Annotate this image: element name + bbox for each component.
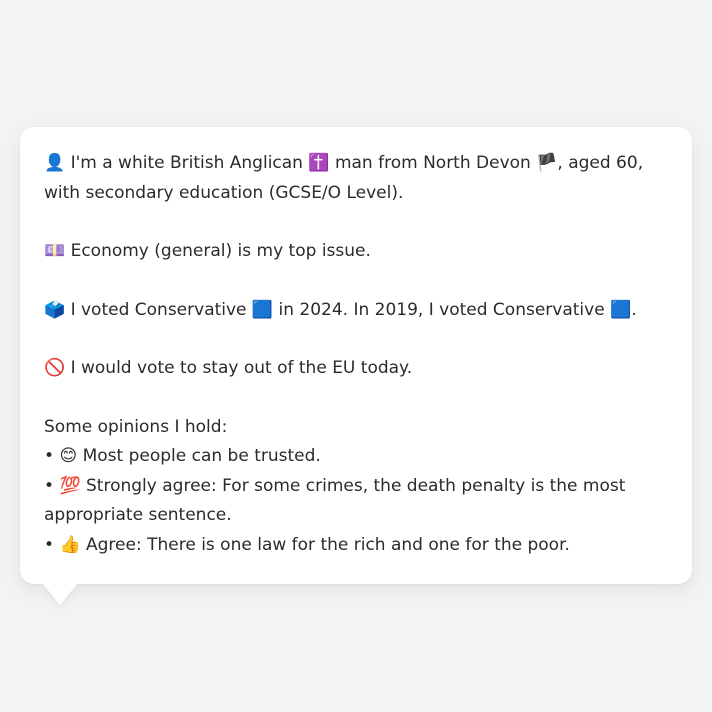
blue-square-icon: 🟦 — [251, 299, 274, 320]
thumbs-up-icon: 👍 — [59, 534, 81, 555]
opinions-heading: Some opinions I hold: — [44, 416, 228, 437]
bullet: • — [44, 446, 55, 466]
england-flag-icon: 🏴 — [536, 153, 558, 173]
opinion-text: Most people can be trusted. — [82, 446, 321, 466]
issue-text: Economy (general) is my top issue. — [70, 241, 371, 261]
person-icon: 👤 — [44, 153, 66, 173]
eu-text: I would vote to stay out of the EU today… — [70, 358, 413, 378]
vote-text-end: . — [631, 299, 637, 320]
bullet: • — [44, 475, 55, 496]
identity-prefix: I'm a white British Anglican — [70, 153, 303, 173]
vote-line: 🗳️ I voted Conservative 🟦 in 2024. In 20… — [44, 296, 668, 326]
ballot-box-icon: 🗳️ — [44, 299, 66, 320]
bullet: • — [44, 534, 55, 555]
blue-square-icon: 🟦 — [610, 299, 632, 320]
opinion-text: Agree: There is one law for the rich and… — [86, 534, 570, 555]
identity-middle: man from North Devon — [334, 153, 531, 173]
opinion-item: • 👍 Agree: There is one law for the rich… — [44, 531, 668, 561]
opinion-item: • 💯 Strongly agree: For some crimes, the… — [44, 472, 668, 531]
opinion-item: • 😊 Most people can be trusted. — [44, 442, 668, 472]
vote-text-1: I voted Conservative — [70, 299, 247, 320]
eu-line: 🚫 I would vote to stay out of the EU tod… — [44, 354, 668, 384]
hundred-points-icon: 💯 — [59, 475, 81, 496]
issue-line: 💷 Economy (general) is my top issue. — [44, 237, 668, 267]
bubble-tail — [42, 583, 78, 605]
smiling-face-icon: 😊 — [59, 446, 78, 466]
vote-text-2: in 2024. In 2019, I voted Conservative — [278, 299, 605, 320]
cross-icon: ✝️ — [308, 153, 330, 173]
opinion-text: Strongly agree: For some crimes, the dea… — [44, 475, 626, 526]
stage: 👤 I'm a white British Anglican ✝️ man fr… — [0, 0, 712, 712]
persona-message-bubble: 👤 I'm a white British Anglican ✝️ man fr… — [20, 127, 692, 584]
pound-banknote-icon: 💷 — [44, 241, 66, 261]
prohibited-icon: 🚫 — [44, 358, 66, 378]
identity-line: 👤 I'm a white British Anglican ✝️ man fr… — [44, 149, 668, 208]
